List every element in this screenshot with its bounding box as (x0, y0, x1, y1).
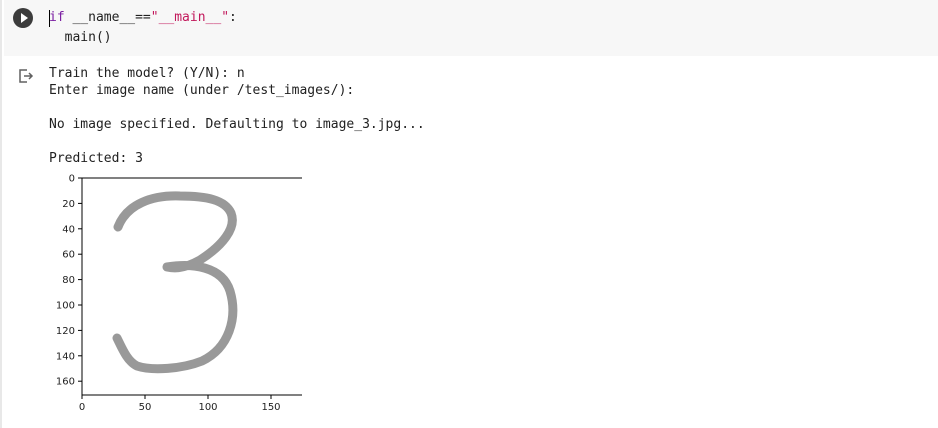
keyword-if: if (49, 10, 65, 25)
run-cell-button[interactable] (13, 8, 33, 28)
y-tick-label: 140 (56, 351, 75, 362)
output-line-3: No image specified. Defaulting to image_… (49, 117, 425, 132)
x-axis: 0 50 100 150 (79, 395, 281, 413)
output-image-plot: 0 20 40 60 80 100 120 140 160 0 50 100 150 (56, 174, 302, 413)
code-colon: : (229, 10, 237, 25)
y-axis: 0 20 40 60 80 100 120 140 160 (56, 174, 82, 388)
x-tick-label: 0 (79, 402, 85, 413)
y-tick-label: 60 (62, 250, 75, 261)
y-tick-label: 80 (62, 275, 75, 286)
notebook-cell: if __name__=="__main__": main() Train th… (0, 0, 938, 428)
y-tick-label: 40 (62, 224, 75, 235)
x-tick-label: 100 (198, 402, 217, 413)
code-string: "__main__" (150, 10, 230, 25)
output-line-2: Enter image name (under /test_images/): (49, 83, 355, 98)
code-line-1[interactable]: if __name__=="__main__": (49, 9, 237, 27)
y-tick-label: 120 (56, 326, 75, 337)
y-tick-label: 0 (69, 174, 75, 185)
x-tick-label: 150 (261, 402, 280, 413)
x-tick-label: 50 (139, 402, 152, 413)
output-line-1: Train the model? (Y/N): n (49, 66, 245, 81)
code-name-expr: __name__== (64, 10, 151, 25)
y-tick-label: 160 (56, 377, 75, 388)
y-tick-label: 100 (56, 301, 75, 312)
output-line-4: Predicted: 3 (49, 151, 143, 166)
output-redirect-icon[interactable] (18, 68, 34, 84)
code-line-2[interactable]: main() (49, 29, 112, 47)
y-tick-label: 20 (62, 199, 75, 210)
